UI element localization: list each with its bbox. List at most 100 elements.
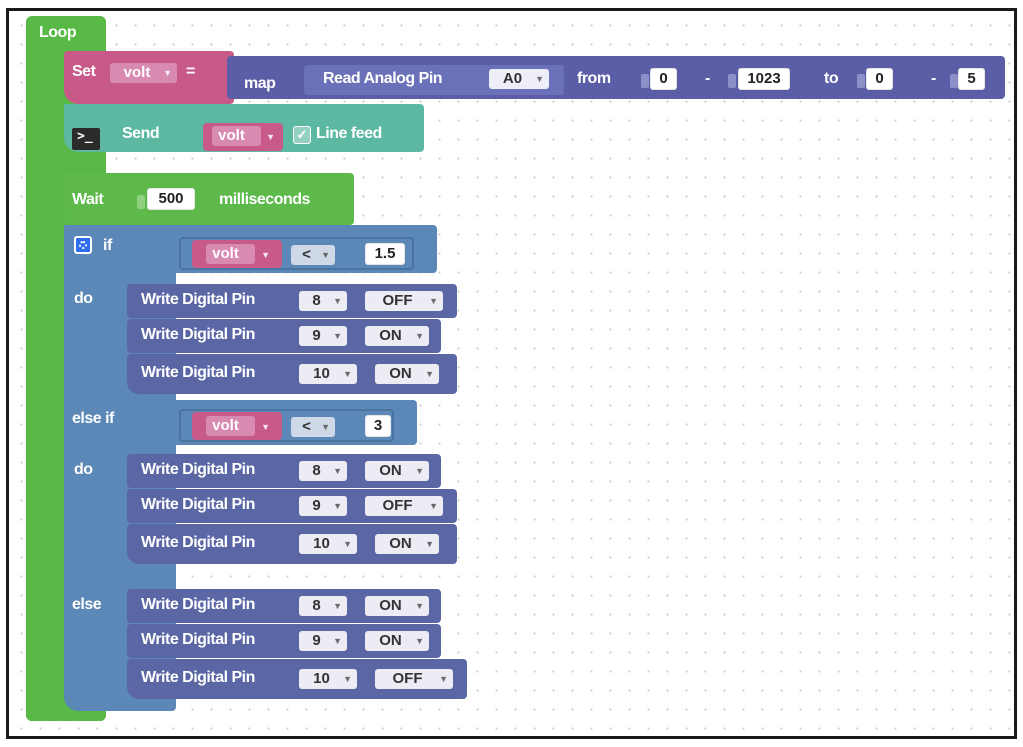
write-label: Write Digital Pin [141,596,255,613]
cond1-variable-value: volt [206,244,255,264]
wait-block[interactable] [64,173,354,225]
from-label: from [577,70,611,87]
analog-pin-dropdown[interactable]: A0 ▼ [489,69,549,89]
to-label: to [824,70,839,87]
state-dropdown[interactable]: OFF ▼ [365,496,443,516]
chevron-down-icon: ▼ [261,250,270,260]
chevron-down-icon: ▼ [321,422,330,432]
cond2-variable-dropdown[interactable]: volt ▼ [192,412,282,440]
pin-value: 8 [312,597,321,614]
chevron-down-icon: ▼ [333,636,342,646]
write-label: Write Digital Pin [141,291,255,308]
cond2-operator-dropdown[interactable]: < ▼ [291,417,335,437]
cond1-operator-value: < [302,246,311,263]
state-value: ON [379,597,402,614]
cond2-operator-value: < [302,418,311,435]
chevron-down-icon: ▼ [425,539,434,549]
dash-label: - [931,70,936,87]
state-value: ON [389,365,412,382]
cond2-value-input[interactable]: 3 [365,415,391,437]
cond1-variable-dropdown[interactable]: volt ▼ [192,240,282,268]
write-label: Write Digital Pin [141,669,255,686]
to-low-input[interactable]: 0 [866,68,893,90]
pin-dropdown[interactable]: 10 ▼ [299,364,357,384]
write-label: Write Digital Pin [141,534,255,551]
state-dropdown[interactable]: OFF ▼ [375,669,453,689]
set-equals-label: = [186,63,195,80]
pin-dropdown[interactable]: 10 ▼ [299,534,357,554]
chevron-down-icon: ▼ [343,674,352,684]
loop-label: Loop [39,24,77,41]
chevron-down-icon: ▼ [415,331,424,341]
socket-tab [355,421,363,435]
chevron-down-icon: ▼ [439,674,448,684]
line-feed-checkbox[interactable]: ✓ [293,126,311,144]
chevron-down-icon: ▼ [429,296,438,306]
cond1-value-input[interactable]: 1.5 [365,243,405,265]
chevron-down-icon: ▼ [266,132,275,142]
state-dropdown[interactable]: ON ▼ [365,461,429,481]
chevron-down-icon: ▼ [261,422,270,432]
chevron-down-icon: ▼ [343,369,352,379]
chevron-down-icon: ▼ [333,601,342,611]
pin-dropdown[interactable]: 9 ▼ [299,631,347,651]
state-dropdown[interactable]: OFF ▼ [365,291,443,311]
chevron-down-icon: ▼ [333,296,342,306]
send-label: Send [122,125,160,142]
state-value: OFF [392,670,423,687]
do-label: do [74,461,93,478]
else-label: else [72,596,102,613]
socket-tab [728,74,736,88]
state-dropdown[interactable]: ON ▼ [365,596,429,616]
gear-icon[interactable] [74,236,92,254]
pin-value: 10 [313,365,330,382]
dash-label: - [705,70,710,87]
to-high-input[interactable]: 5 [958,68,985,90]
set-variable-dropdown[interactable]: volt ▼ [110,63,177,83]
send-variable-dropdown[interactable]: volt ▼ [203,123,283,151]
chevron-down-icon: ▼ [415,636,424,646]
socket-tab [950,74,958,88]
from-high-input[interactable]: 1023 [738,68,790,90]
chevron-down-icon: ▼ [429,501,438,511]
chevron-down-icon: ▼ [535,74,544,84]
chevron-down-icon: ▼ [425,369,434,379]
send-variable-value: volt [212,126,261,146]
state-dropdown[interactable]: ON ▼ [375,364,439,384]
state-value: ON [389,535,412,552]
read-analog-label: Read Analog Pin [323,70,443,87]
pin-value: 10 [313,670,330,687]
state-value: OFF [382,497,413,514]
cond1-operator-dropdown[interactable]: < ▼ [291,245,335,265]
pin-value: 9 [312,632,321,649]
state-value: ON [379,462,402,479]
write-label: Write Digital Pin [141,496,255,513]
line-feed-label: Line feed [316,125,382,142]
pin-dropdown[interactable]: 8 ▼ [299,596,347,616]
state-value: ON [379,327,402,344]
pin-dropdown[interactable]: 10 ▼ [299,669,357,689]
chevron-down-icon: ▼ [343,539,352,549]
write-label: Write Digital Pin [141,326,255,343]
chevron-down-icon: ▼ [321,250,330,260]
cond2-variable-value: volt [206,416,255,436]
pin-dropdown[interactable]: 8 ▼ [299,461,347,481]
else-if-label: else if [72,410,114,427]
pin-dropdown[interactable]: 9 ▼ [299,326,347,346]
pin-dropdown[interactable]: 9 ▼ [299,496,347,516]
state-dropdown[interactable]: ON ▼ [365,631,429,651]
map-label: map [244,75,276,92]
pin-dropdown[interactable]: 8 ▼ [299,291,347,311]
pin-value: 8 [312,292,321,309]
state-dropdown[interactable]: ON ▼ [365,326,429,346]
state-dropdown[interactable]: ON ▼ [375,534,439,554]
socket-tab [857,74,865,88]
chevron-down-icon: ▼ [333,466,342,476]
workspace[interactable]: Loop Set volt ▼ = map Read Analog Pin A0 ▼… [6,8,1017,739]
socket-tab [641,74,649,88]
analog-pin-value: A0 [502,70,523,87]
pin-value: 8 [312,462,321,479]
wait-duration-input[interactable]: 500 [147,188,195,210]
chevron-down-icon: ▼ [163,68,172,78]
from-low-input[interactable]: 0 [650,68,677,90]
